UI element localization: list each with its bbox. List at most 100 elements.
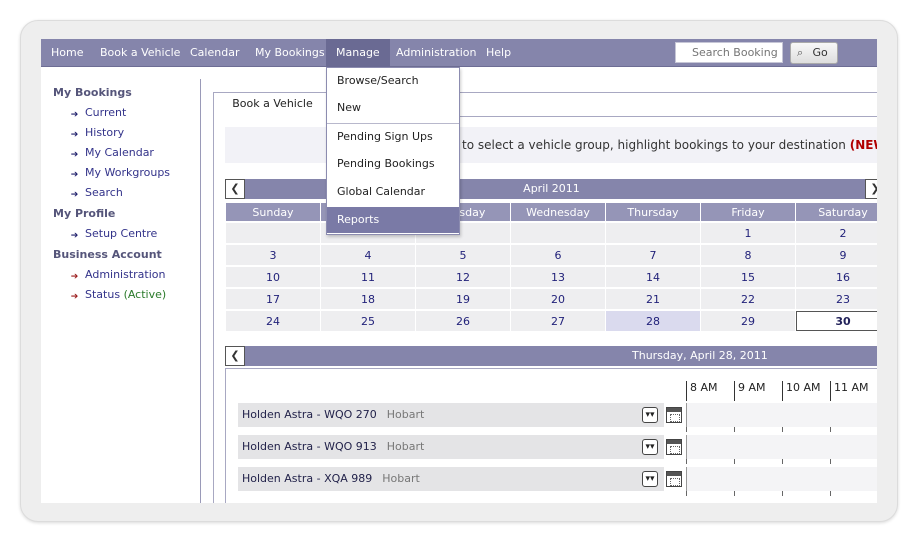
calendar-empty-cell bbox=[606, 223, 700, 243]
nav-manage[interactable]: Manage bbox=[326, 39, 390, 67]
sidebar-item-status[interactable]: ➔ Status (Active) bbox=[69, 288, 166, 303]
sidebar-item-my-calendar[interactable]: ➔ My Calendar bbox=[69, 146, 154, 161]
app-viewport: Home Book a Vehicle Calendar My Bookings… bbox=[41, 39, 877, 503]
hour-tick bbox=[686, 459, 687, 464]
calendar-icon[interactable] bbox=[666, 407, 682, 423]
day-schedule: 8 AM 9 AM 10 AM 11 AM Holden Astra - WQO… bbox=[225, 368, 877, 503]
calendar-day-cell[interactable]: 19 bbox=[416, 289, 510, 309]
calendar-day-cell[interactable]: 4 bbox=[321, 245, 415, 265]
calendar-day-cell[interactable]: 5 bbox=[416, 245, 510, 265]
circle-arrow-icon: ➔ bbox=[70, 130, 79, 140]
vehicle-name: Holden Astra - XQA 989 bbox=[242, 472, 373, 485]
sidebar: My Bookings ➔ Current ➔ History ➔ My Calend… bbox=[41, 79, 201, 503]
calendar-day-cell[interactable]: 7 bbox=[606, 245, 700, 265]
menu-item-global-calendar[interactable]: Global Calendar bbox=[327, 179, 459, 205]
vehicle-location: Hobart bbox=[386, 440, 425, 453]
calendar-day-cell[interactable]: 27 bbox=[511, 311, 605, 331]
calendar-empty-cell bbox=[226, 223, 320, 243]
double-chevron-down-icon[interactable]: ▾▾ bbox=[642, 407, 658, 423]
calendar-day-cell[interactable]: 25 bbox=[321, 311, 415, 331]
calendar-day-cell[interactable]: 14 bbox=[606, 267, 700, 287]
calendar-day-cell[interactable]: 12 bbox=[416, 267, 510, 287]
menu-item-new[interactable]: New bbox=[327, 95, 459, 121]
vehicle-row: Holden Astra - WQO 270 Hobart ▾▾ bbox=[238, 403, 877, 427]
double-chevron-down-icon[interactable]: ▾▾ bbox=[642, 439, 658, 455]
booking-timeline[interactable] bbox=[686, 467, 877, 491]
sidebar-item-search[interactable]: ➔ Search bbox=[69, 186, 123, 201]
nav-administration[interactable]: Administration bbox=[386, 39, 487, 67]
menu-item-browse-search[interactable]: Browse/Search bbox=[327, 68, 459, 94]
calendar-day-cell[interactable]: 20 bbox=[511, 289, 605, 309]
top-nav: Home Book a Vehicle Calendar My Bookings… bbox=[41, 39, 877, 67]
vehicle-label[interactable]: Holden Astra - WQO 270 Hobart bbox=[238, 403, 664, 427]
calendar-day-cell[interactable]: 24 bbox=[226, 311, 320, 331]
nav-calendar[interactable]: Calendar bbox=[180, 39, 249, 67]
calendar-day-cell[interactable]: 3 bbox=[226, 245, 320, 265]
arrow-left-icon[interactable]: ❮ bbox=[225, 346, 245, 366]
calendar-day-cell[interactable]: 10 bbox=[226, 267, 320, 287]
circle-arrow-icon: ➔ bbox=[70, 231, 79, 241]
arrow-right-icon[interactable]: ❯ bbox=[865, 179, 877, 199]
calendar-month-title: April 2011 bbox=[523, 182, 580, 195]
hour-tick bbox=[830, 459, 831, 464]
go-button-label: Go bbox=[812, 46, 828, 59]
calendar-day-cell[interactable]: 11 bbox=[321, 267, 415, 287]
calendar-day-cell[interactable]: 1 bbox=[701, 223, 795, 243]
vehicle-name: Holden Astra - WQO 913 bbox=[242, 440, 377, 453]
calendar-day-cell[interactable]: 9 bbox=[796, 245, 877, 265]
sidebar-heading-my-bookings: My Bookings bbox=[53, 86, 132, 99]
sidebar-item-my-workgroups[interactable]: ➔ My Workgroups bbox=[69, 166, 170, 181]
search-booking-input[interactable] bbox=[675, 42, 783, 63]
calendar-day-cell[interactable]: 21 bbox=[606, 289, 700, 309]
vehicle-location: Hobart bbox=[386, 408, 425, 421]
menu-item-pending-sign-ups[interactable]: Pending Sign Ups bbox=[327, 124, 459, 150]
calendar-day-cell[interactable]: 23 bbox=[796, 289, 877, 309]
calendar-day-cell[interactable]: 8 bbox=[701, 245, 795, 265]
calendar-day-cell[interactable]: 22 bbox=[701, 289, 795, 309]
nav-my-bookings[interactable]: My Bookings bbox=[245, 39, 335, 67]
calendar-day-cell[interactable]: 28 bbox=[606, 311, 700, 331]
circle-arrow-icon: ➔ bbox=[70, 272, 79, 282]
calendar-day-cell[interactable]: 30 bbox=[796, 311, 877, 331]
menu-item-reports[interactable]: Reports bbox=[327, 207, 459, 233]
nav-book-a-vehicle[interactable]: Book a Vehicle bbox=[90, 39, 190, 67]
calendar-day-cell[interactable]: 18 bbox=[321, 289, 415, 309]
menu-item-pending-bookings[interactable]: Pending Bookings bbox=[327, 151, 459, 177]
weekday-header: Friday bbox=[701, 203, 795, 221]
calendar-day-cell[interactable]: 13 bbox=[511, 267, 605, 287]
weekday-header: Saturday bbox=[796, 203, 877, 221]
calendar-week-row: 10 11 12 13 14 15 16 bbox=[226, 267, 877, 287]
circle-arrow-icon: ➔ bbox=[70, 190, 79, 200]
nav-help[interactable]: Help bbox=[476, 39, 521, 67]
arrow-left-icon[interactable]: ❮ bbox=[225, 179, 245, 199]
sidebar-item-current[interactable]: ➔ Current bbox=[69, 106, 127, 121]
nav-home[interactable]: Home bbox=[41, 39, 93, 67]
calendar-day-cell[interactable]: 15 bbox=[701, 267, 795, 287]
calendar-week-row: 3456789 bbox=[226, 245, 877, 265]
calendar-day-cell[interactable]: 16 bbox=[796, 267, 877, 287]
sidebar-item-history[interactable]: ➔ History bbox=[69, 126, 124, 141]
double-chevron-down-icon[interactable]: ▾▾ bbox=[642, 471, 658, 487]
go-button[interactable]: ⌕ Go bbox=[790, 42, 838, 64]
circle-arrow-icon: ➔ bbox=[70, 170, 79, 180]
calendar-day-cell[interactable]: 17 bbox=[226, 289, 320, 309]
vehicle-name: Holden Astra - WQO 270 bbox=[242, 408, 377, 421]
calendar-day-cell[interactable]: 2 bbox=[796, 223, 877, 243]
sidebar-item-administration[interactable]: ➔ Administration bbox=[69, 268, 166, 283]
calendar-day-cell[interactable]: 29 bbox=[701, 311, 795, 331]
calendar-icon[interactable] bbox=[666, 471, 682, 487]
hour-label: 9 AM bbox=[734, 381, 766, 401]
booking-timeline[interactable] bbox=[686, 435, 877, 459]
sidebar-item-setup-centre[interactable]: ➔ Setup Centre bbox=[69, 227, 158, 242]
vehicle-label[interactable]: Holden Astra - WQO 913 Hobart bbox=[238, 435, 664, 459]
calendar-day-cell[interactable]: 26 bbox=[416, 311, 510, 331]
weekday-header: Wednesday bbox=[511, 203, 605, 221]
weekday-header-row: SundayMondayTuesdayWednesdayThursdayFrid… bbox=[226, 203, 877, 221]
vehicle-label[interactable]: Holden Astra - XQA 989 Hobart bbox=[238, 467, 664, 491]
booking-timeline[interactable] bbox=[686, 403, 877, 427]
calendar-icon[interactable] bbox=[666, 439, 682, 455]
hour-tick bbox=[734, 459, 735, 464]
day-view-bar: ❮ Thursday, April 28, 2011 bbox=[225, 346, 877, 366]
tab-book-a-vehicle[interactable]: Book a Vehicle bbox=[214, 93, 332, 116]
calendar-day-cell[interactable]: 6 bbox=[511, 245, 605, 265]
